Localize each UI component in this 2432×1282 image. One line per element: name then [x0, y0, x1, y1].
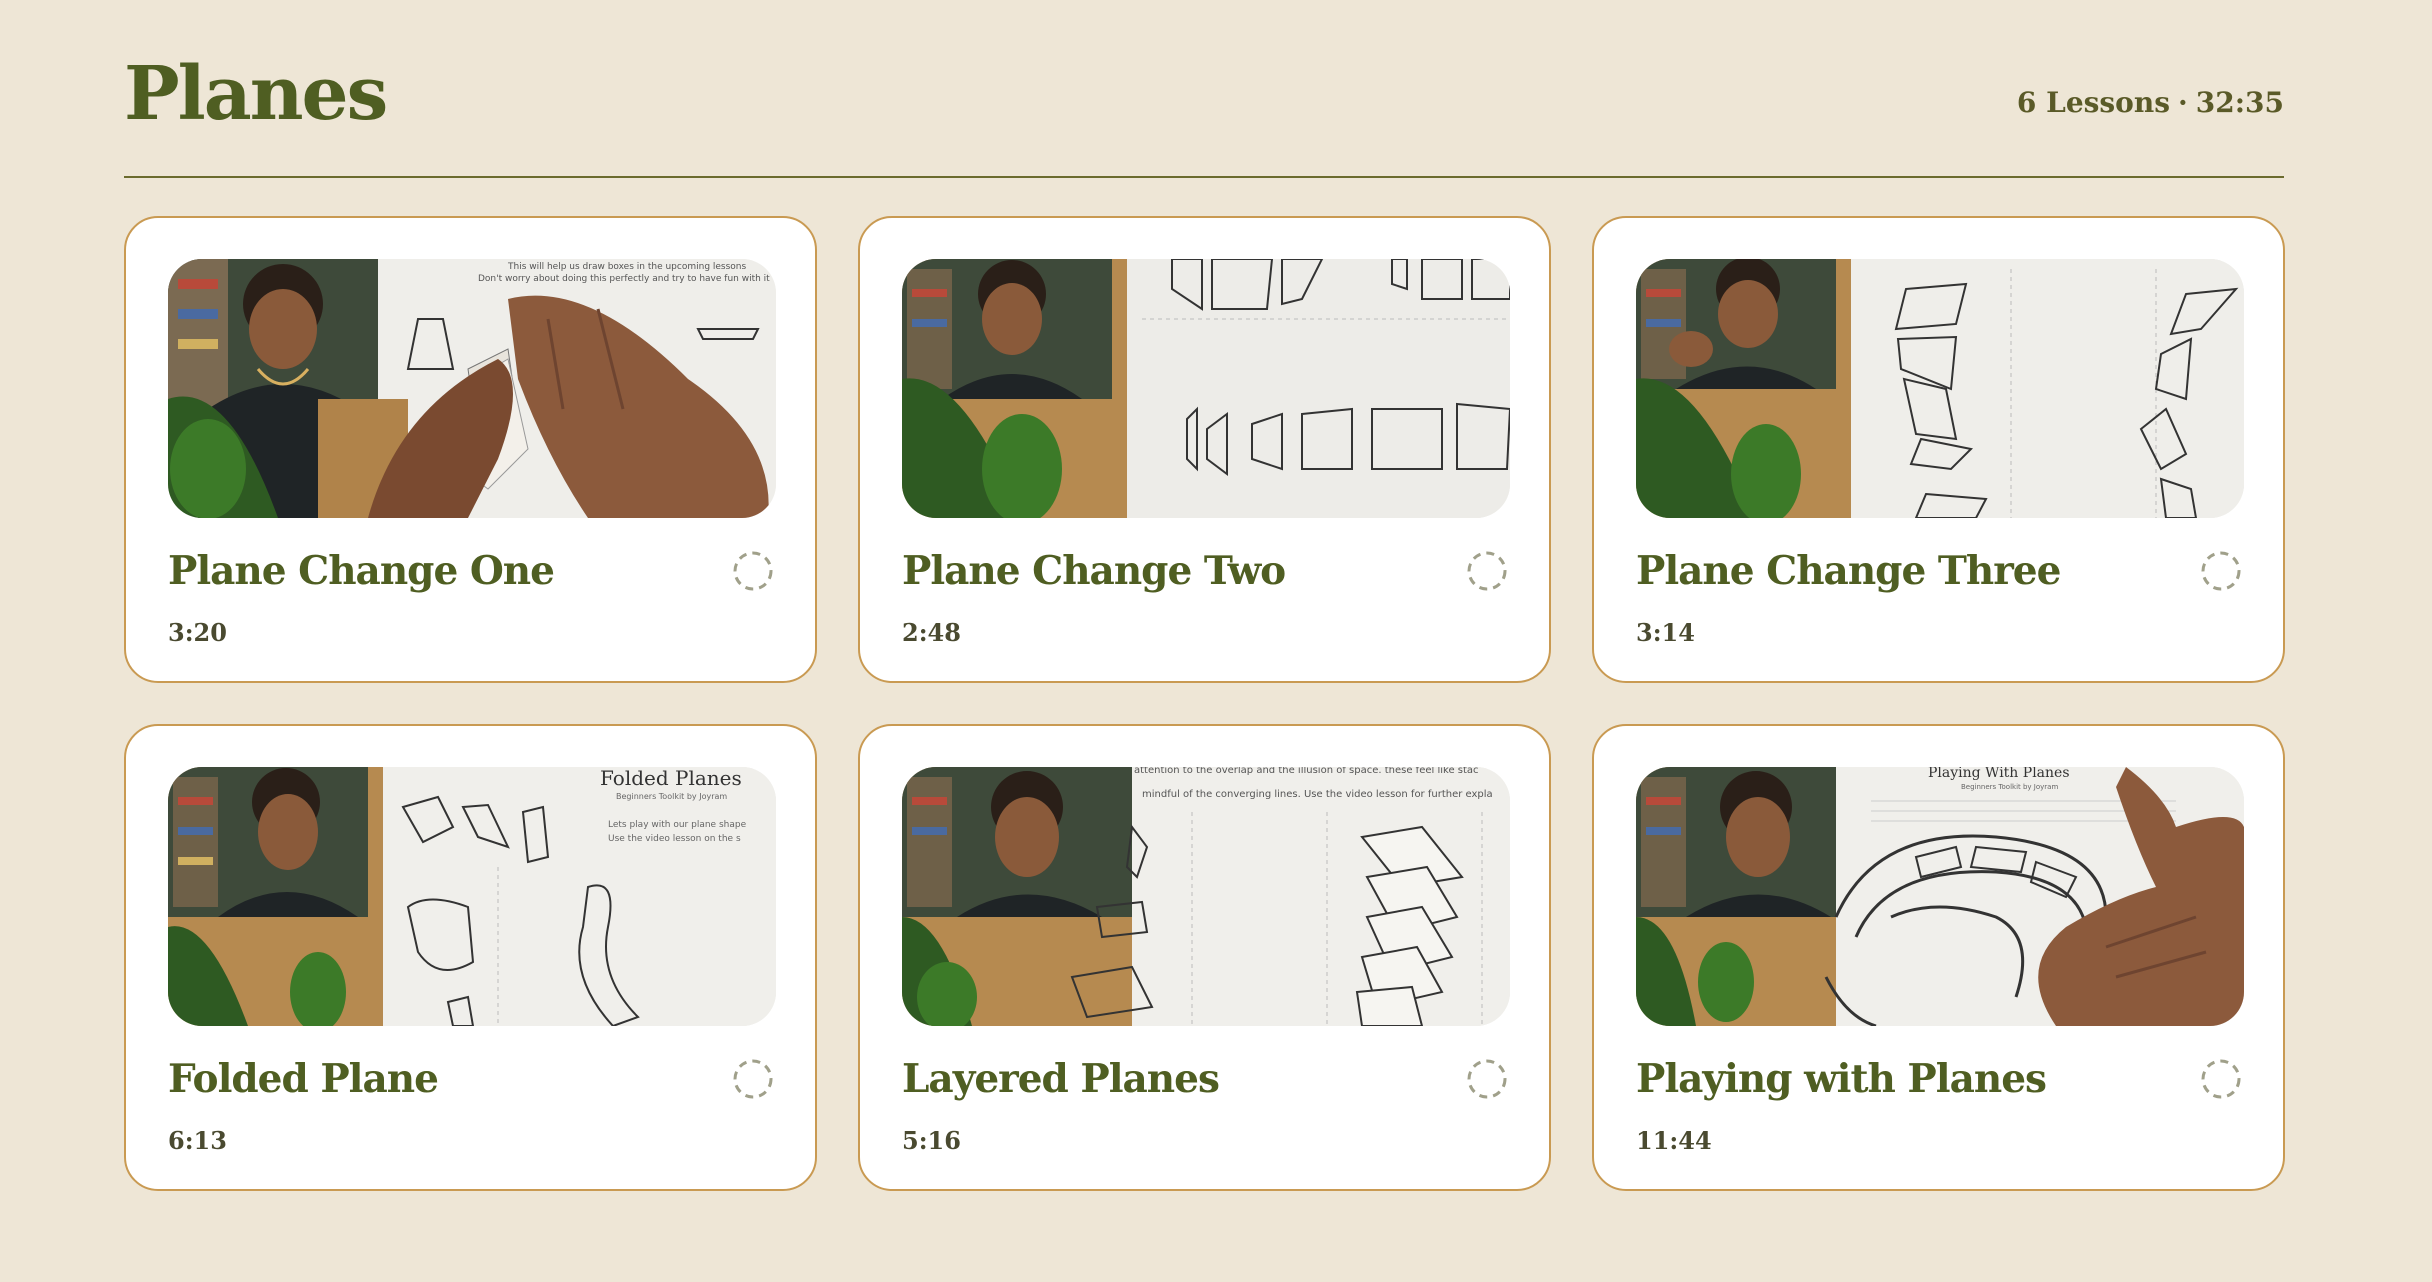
thumbnail-text-line1: Lets play with our plane shape — [608, 820, 747, 830]
lesson-count: 6 Lessons — [2016, 86, 2170, 119]
progress-ring-icon[interactable] — [1465, 549, 1509, 593]
video-thumbnail-image: This will help us draw boxes in the upco… — [168, 259, 776, 518]
thumbnail-heading: Folded Planes — [600, 767, 742, 790]
lesson-title[interactable]: Plane Change One — [168, 548, 555, 594]
progress-ring-icon[interactable] — [731, 1057, 775, 1101]
lesson-thumbnail[interactable]: Folded Planes Beginners Toolkit by Joyra… — [168, 767, 776, 1026]
progress-ring-icon[interactable] — [2199, 549, 2243, 593]
video-thumbnail-image — [902, 259, 1510, 518]
lesson-thumbnail[interactable] — [1636, 259, 2244, 518]
progress-ring-icon[interactable] — [2199, 1057, 2243, 1101]
lesson-duration: 2:48 — [902, 618, 961, 647]
video-thumbnail-image: Playing With Planes Beginners Toolkit by… — [1636, 767, 2244, 1026]
thumbnail-heading: Playing With Planes — [1928, 767, 2070, 781]
lesson-thumbnail[interactable]: Playing With Planes Beginners Toolkit by… — [1636, 767, 2244, 1026]
lesson-duration: 3:14 — [1636, 618, 1695, 647]
total-duration: 32:35 — [2195, 86, 2284, 119]
lesson-card-folded-plane[interactable]: Folded Planes Beginners Toolkit by Joyra… — [124, 724, 817, 1191]
lesson-duration: 3:20 — [168, 618, 227, 647]
lesson-thumbnail[interactable]: This will help us draw boxes in the upco… — [168, 259, 776, 518]
video-thumbnail-image: attention to the overlap and the illusio… — [902, 767, 1510, 1026]
progress-ring-icon[interactable] — [731, 549, 775, 593]
thumbnail-text-line1: attention to the overlap and the illusio… — [1134, 767, 1479, 776]
lesson-duration: 6:13 — [168, 1126, 227, 1155]
thumbnail-subheading: Beginners Toolkit by Joyram — [616, 792, 727, 801]
thumbnail-note-line2: Don't worry about doing this perfectly a… — [478, 274, 770, 284]
thumbnail-text-line2: Use the video lesson on the s — [608, 834, 741, 844]
lesson-duration: 5:16 — [902, 1126, 961, 1155]
lesson-card-plane-change-two[interactable]: Plane Change Two 2:48 — [858, 216, 1551, 683]
lesson-grid: This will help us draw boxes in the upco… — [124, 216, 2285, 1191]
progress-ring-icon[interactable] — [1465, 1057, 1509, 1101]
thumbnail-subheading: Beginners Toolkit by Joyram — [1961, 783, 2058, 791]
lesson-card-layered-planes[interactable]: attention to the overlap and the illusio… — [858, 724, 1551, 1191]
lesson-title[interactable]: Plane Change Two — [902, 548, 1286, 594]
lesson-card-plane-change-one[interactable]: This will help us draw boxes in the upco… — [124, 216, 817, 683]
lesson-thumbnail[interactable]: attention to the overlap and the illusio… — [902, 767, 1510, 1026]
thumbnail-text-line2: mindful of the converging lines. Use the… — [1142, 789, 1493, 800]
lesson-title[interactable]: Folded Plane — [168, 1056, 439, 1102]
video-thumbnail-image — [1636, 259, 2244, 518]
summary-separator: · — [2177, 86, 2188, 119]
lesson-title[interactable]: Layered Planes — [902, 1056, 1220, 1102]
lesson-title[interactable]: Playing with Planes — [1636, 1056, 2047, 1102]
lesson-duration: 11:44 — [1636, 1126, 1712, 1155]
lesson-thumbnail[interactable] — [902, 259, 1510, 518]
lesson-summary: 6 Lessons · 32:35 — [2017, 86, 2284, 119]
video-thumbnail-image: Folded Planes Beginners Toolkit by Joyra… — [168, 767, 776, 1026]
thumbnail-note-line1: This will help us draw boxes in the upco… — [507, 262, 747, 272]
page-title: Planes — [124, 51, 388, 137]
lesson-card-plane-change-three[interactable]: Plane Change Three 3:14 — [1592, 216, 2285, 683]
lesson-title[interactable]: Plane Change Three — [1636, 548, 2061, 594]
lesson-card-playing-with-planes[interactable]: Playing With Planes Beginners Toolkit by… — [1592, 724, 2285, 1191]
page-header: Planes 6 Lessons · 32:35 — [124, 0, 2284, 178]
